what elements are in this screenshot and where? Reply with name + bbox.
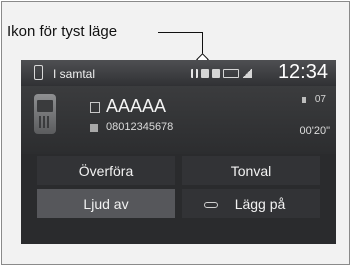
caller-name: AAAAA: [106, 96, 167, 116]
status-bar: I samtal 12:34: [21, 60, 336, 86]
dial-tone-button-label: Tonval: [230, 162, 272, 179]
phone-call-screen: I samtal 12:34 AAAAA 08012345678 07 00'2…: [21, 60, 336, 244]
mute-button[interactable]: Ljud av: [37, 189, 175, 218]
transfer-button[interactable]: Överföra: [37, 156, 175, 185]
call-info-panel: AAAAA 08012345678 07 00'20": [21, 86, 336, 154]
callout-leader-line: [158, 32, 203, 33]
bluetooth-icon-secondary: [212, 68, 220, 78]
transfer-button-label: Överföra: [78, 162, 134, 179]
hang-up-button-label: Lägg på: [234, 195, 286, 212]
phone-icon: [34, 65, 43, 80]
hang-up-icon: [204, 202, 218, 208]
contact-number-icon: [90, 124, 98, 132]
mute-icon: [191, 68, 198, 78]
dial-tone-button[interactable]: Tonval: [182, 156, 320, 185]
call-duration: 00'20": [299, 125, 330, 137]
clock: 12:34: [277, 61, 328, 83]
battery-icon: [223, 68, 239, 78]
mobile-phone-icon: [34, 94, 56, 134]
caller-number: 08012345678: [106, 121, 174, 133]
signal-icon: [242, 68, 252, 78]
volume-icon: [302, 97, 306, 103]
volume-level: 07: [314, 94, 326, 105]
contact-name-icon: [90, 102, 100, 113]
hang-up-button[interactable]: Lägg på: [182, 189, 320, 218]
bluetooth-icon: [201, 68, 209, 78]
mute-button-label: Ljud av: [83, 195, 129, 212]
mute-icon-callout: Ikon för tyst läge: [7, 23, 118, 40]
call-status-title: I samtal: [53, 67, 96, 81]
status-icons: [191, 68, 252, 78]
